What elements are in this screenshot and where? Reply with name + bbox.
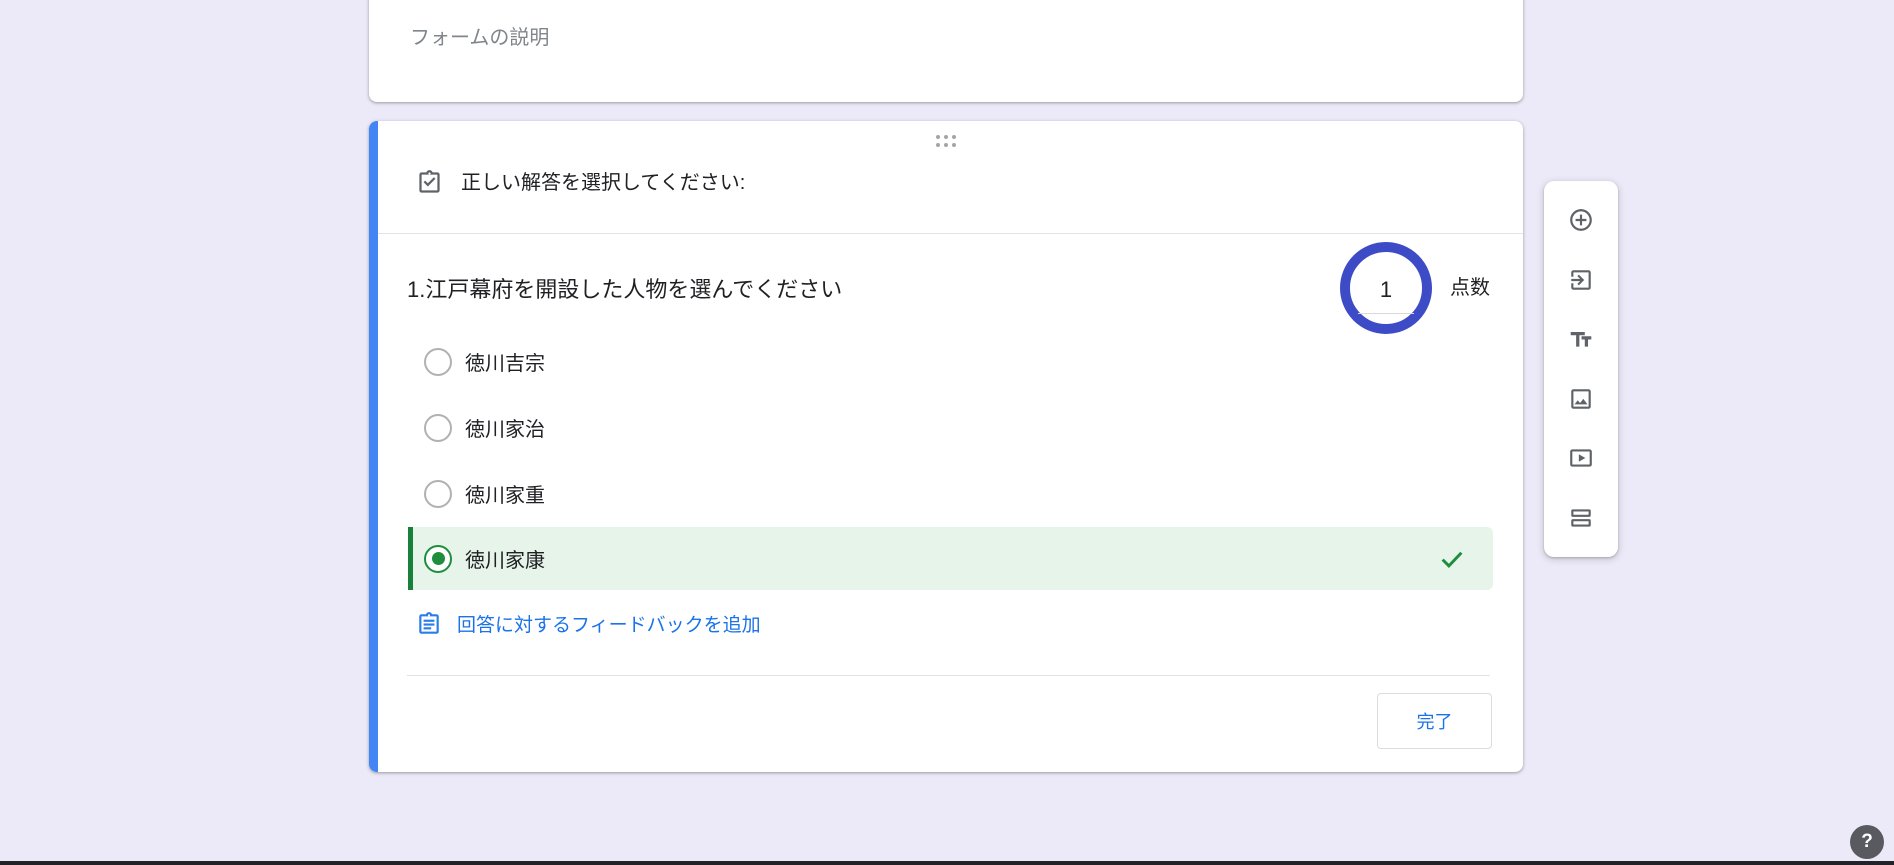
plus-circle-icon (1568, 207, 1594, 233)
text-fields-icon (1568, 326, 1594, 352)
answer-option[interactable]: 徳川吉宗 (408, 330, 1493, 393)
import-questions-button[interactable] (1568, 267, 1594, 293)
side-toolbar (1544, 181, 1618, 557)
add-title-description-button[interactable] (1568, 326, 1594, 352)
radio-unselected-icon[interactable] (424, 480, 452, 508)
viewport-bottom-edge (0, 861, 1894, 865)
header-divider (378, 233, 1523, 234)
radio-selected-icon[interactable] (424, 545, 452, 573)
answer-option-label[interactable]: 徳川家重 (465, 479, 545, 508)
points-focus-ring: 1 (1340, 242, 1432, 334)
add-image-button[interactable] (1568, 386, 1594, 412)
help-button[interactable]: ? (1850, 825, 1884, 859)
answer-option-correct[interactable]: 徳川家康 (408, 527, 1493, 590)
image-icon (1568, 386, 1594, 412)
video-play-icon (1568, 445, 1594, 471)
footer-divider (407, 675, 1490, 676)
add-feedback-label: 回答に対するフィードバックを追加 (457, 610, 761, 637)
document-arrow-icon (1568, 267, 1594, 293)
add-section-button[interactable] (1568, 505, 1594, 531)
radio-unselected-icon[interactable] (424, 414, 452, 442)
drag-handle-icon[interactable] (936, 135, 956, 147)
answer-option[interactable]: 徳川家重 (408, 462, 1493, 525)
points-input[interactable]: 1 (1358, 275, 1414, 314)
add-question-button[interactable] (1568, 207, 1594, 233)
question-card: 正しい解答を選択してください: 1.江戸幕府を開設した人物を選んでください 1 … (369, 121, 1523, 772)
question-title[interactable]: 1.江戸幕府を開設した人物を選んでください (407, 276, 842, 304)
points-label: 点数 (1450, 275, 1490, 302)
answer-option[interactable]: 徳川家治 (408, 396, 1493, 459)
done-button[interactable]: 完了 (1377, 693, 1492, 749)
active-card-accent-bar (369, 121, 378, 772)
section-bars-icon (1568, 505, 1594, 531)
answer-option-label[interactable]: 徳川吉宗 (465, 347, 545, 376)
answer-key-title: 正しい解答を選択してください: (461, 170, 745, 197)
answer-option-label[interactable]: 徳川家治 (465, 413, 545, 442)
form-description-input[interactable]: フォームの説明 (410, 26, 549, 50)
answer-option-label[interactable]: 徳川家康 (465, 544, 545, 573)
answer-key-icon (416, 169, 443, 196)
add-video-button[interactable] (1568, 445, 1594, 471)
correct-answer-check-icon (1437, 544, 1467, 574)
feedback-clipboard-icon (416, 611, 442, 637)
radio-unselected-icon[interactable] (424, 348, 452, 376)
add-feedback-link[interactable]: 回答に対するフィードバックを追加 (416, 610, 761, 637)
forms-edit-canvas: フォームの説明 正しい解答を選択してください: 1.江戸幕府を開設した人物を選ん… (0, 0, 1894, 865)
form-description-card: フォームの説明 (369, 0, 1523, 102)
